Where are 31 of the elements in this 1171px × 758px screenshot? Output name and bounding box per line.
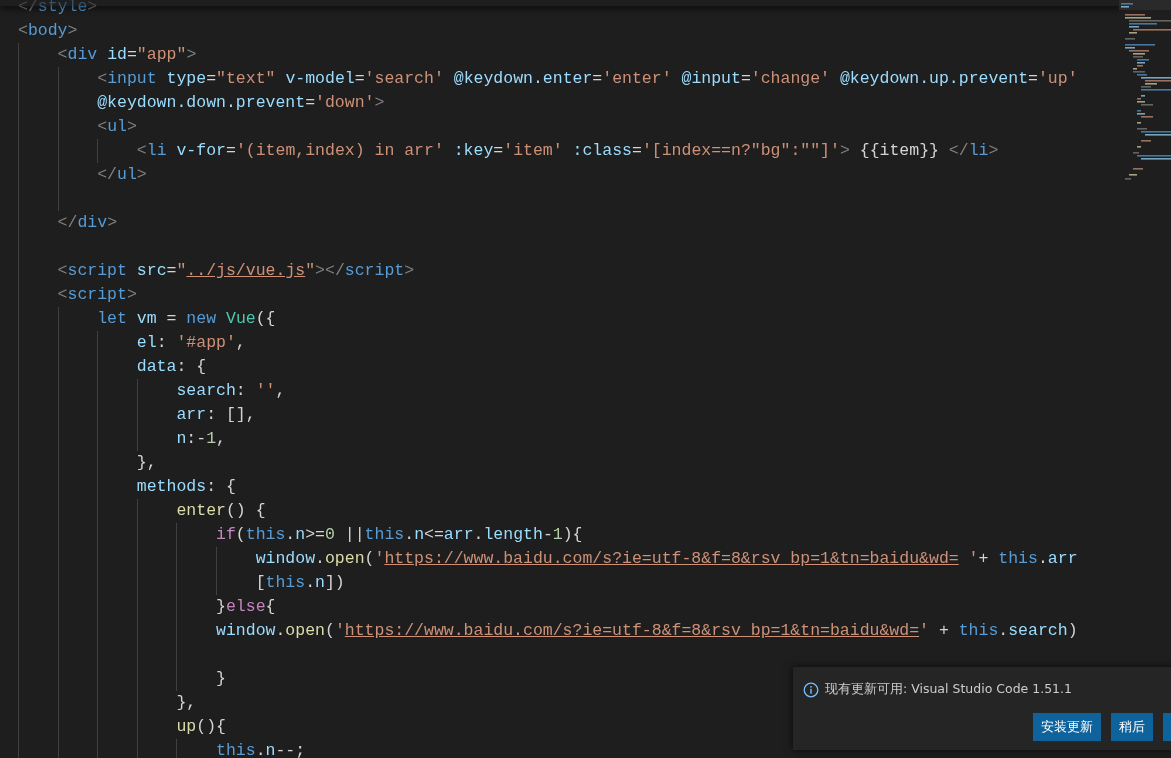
notification-button[interactable]: 安装更新 xyxy=(1033,713,1101,741)
code-line: data: { xyxy=(135,357,207,376)
notification-button[interactable]: 稍后 xyxy=(1111,713,1153,741)
code-line: n:-1, xyxy=(175,429,226,448)
code-line: @keydown.down.prevent='down'> xyxy=(96,93,385,112)
code-line: <script> xyxy=(56,285,137,304)
code-line: <ul> xyxy=(96,117,137,136)
code-line: <body> xyxy=(18,21,78,40)
code-line: <input type="text" v-model='search' @keydown.enter='enter' @input='change' @keydown.up.prevent='up' xyxy=(96,69,1078,88)
code-line: }else{ xyxy=(215,597,276,616)
code-line: }, xyxy=(135,453,157,472)
code-line: <script src="../js/vue.js"></script> xyxy=(56,261,415,280)
code-line: <li v-for='(item,index) in arr' :key='item' :class='[index==n?"bg":""]'> {{item}} </li> xyxy=(135,141,999,160)
notification-message: 现有更新可用: Visual Studio Code 1.51.1 xyxy=(825,681,1072,698)
code-line: }, xyxy=(175,693,197,712)
code-line: search: '', xyxy=(175,381,286,400)
code-line: this.n--; xyxy=(215,741,306,758)
code-line: <div id="app"> xyxy=(56,45,197,64)
code-line: arr: [], xyxy=(175,405,256,424)
code-line: </div> xyxy=(56,213,118,232)
code-line: enter() { xyxy=(175,501,266,520)
code-line: window.open('https://www.baidu.com/s?ie=utf-8&f=8&rsv_bp=1&tn=baidu&wd= '+ this.arr xyxy=(254,549,1078,568)
code-line: } xyxy=(215,669,226,688)
code-line: window.open('https://www.baidu.com/s?ie=utf-8&f=8&rsv_bp=1&tn=baidu&wd=' + this.search) xyxy=(215,621,1078,640)
code-line: let vm = new Vue({ xyxy=(96,309,276,328)
code-line: if(this.n>=0 ||this.n<=arr.length-1){ xyxy=(215,525,583,544)
code-line: up(){ xyxy=(175,717,226,736)
code-line: </ul> xyxy=(96,165,147,184)
code-line: el: '#app', xyxy=(135,333,246,352)
code-line: methods: { xyxy=(135,477,236,496)
code-line: [this.n]) xyxy=(254,573,345,592)
